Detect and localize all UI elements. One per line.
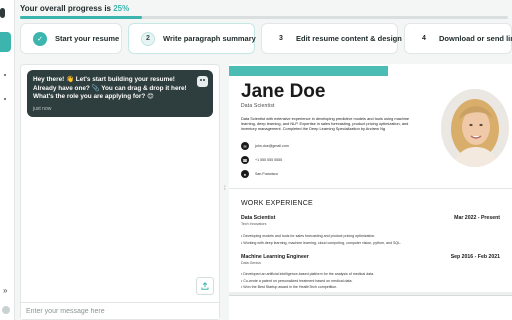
progress-bar bbox=[20, 16, 508, 19]
step-label: Write paragraph summary bbox=[163, 34, 256, 43]
rail-dot-icon[interactable] bbox=[4, 74, 6, 76]
profile-photo-image bbox=[441, 89, 509, 167]
job-bullet-text: Co-wrote a patent on personalized treatm… bbox=[243, 279, 353, 283]
contact-location-text: San Francisco bbox=[255, 172, 278, 176]
job-bullet-text: Won the Best Startup award in the Health… bbox=[243, 285, 338, 289]
job-dates[interactable]: Mar 2022 - Present bbox=[454, 215, 500, 221]
chat-panel: Hey there! 👋 Let's start building your r… bbox=[20, 64, 220, 320]
step-label: Download or send link bbox=[439, 34, 512, 43]
resume-name[interactable]: Jane Doe bbox=[241, 81, 325, 103]
job-bullet[interactable]: • Co-wrote a patent on personalized trea… bbox=[241, 279, 353, 283]
step-start-resume[interactable]: ✓ Start your resume bbox=[20, 23, 122, 54]
resume-header-bar bbox=[229, 66, 388, 76]
progress-title: Your overall progress is 25% bbox=[20, 4, 129, 13]
resume-role[interactable]: Data Scientist bbox=[241, 103, 275, 109]
upload-icon bbox=[201, 282, 209, 290]
job-bullet[interactable]: • Working with deep learning, machine le… bbox=[241, 241, 401, 245]
job-bullet[interactable]: • Developing models and tools for sales … bbox=[241, 234, 375, 238]
job-title[interactable]: Data Scientist bbox=[241, 215, 275, 221]
page-break-line bbox=[229, 295, 512, 296]
resume-summary[interactable]: Data Scientist with extensive experience… bbox=[241, 116, 419, 132]
step-number: 2 bbox=[141, 31, 155, 46]
step-number: 3 bbox=[279, 35, 283, 42]
left-rail: » bbox=[0, 0, 15, 320]
progress-percent: 25% bbox=[113, 4, 130, 13]
check-icon: ✓ bbox=[33, 31, 47, 46]
step-write-summary[interactable]: 2 Write paragraph summary bbox=[128, 23, 256, 54]
step-label: Start your resume bbox=[55, 34, 120, 43]
expand-sidebar-icon[interactable]: » bbox=[3, 286, 7, 295]
message-time: just now bbox=[33, 105, 52, 112]
assistant-message: Hey there! 👋 Let's start building your r… bbox=[27, 70, 213, 117]
work-experience-heading[interactable]: WORK EXPERIENCE bbox=[241, 200, 313, 207]
step-label: Edit resume content & design bbox=[296, 34, 402, 43]
contact-phone-text: +1 555 555 5555 bbox=[255, 158, 283, 162]
chat-message-input[interactable] bbox=[21, 302, 219, 319]
bot-avatar-icon bbox=[197, 76, 208, 87]
contact-email[interactable]: ✉ john.doe@gmail.com bbox=[241, 142, 289, 150]
job-bullet[interactable]: • Won the Best Startup award in the Heal… bbox=[241, 285, 337, 289]
steps-bar: ✓ Start your resume 2 Write paragraph su… bbox=[20, 23, 512, 54]
job-company[interactable]: Data Genius bbox=[241, 261, 261, 265]
job-title[interactable]: Machine Learning Engineer bbox=[241, 254, 309, 260]
job-company[interactable]: Tech Innovators bbox=[241, 222, 266, 226]
app-logo[interactable] bbox=[0, 8, 5, 18]
contact-email-text: john.doe@gmail.com bbox=[255, 144, 289, 148]
contact-location[interactable]: ● San Francisco bbox=[241, 170, 278, 178]
progress-bar-fill bbox=[20, 16, 142, 19]
rail-active-item[interactable] bbox=[0, 32, 11, 52]
contact-phone[interactable]: ☎ +1 555 555 5555 bbox=[241, 156, 282, 164]
user-avatar[interactable] bbox=[2, 306, 10, 314]
resume-preview: Jane Doe Data Scientist Data Scientist w… bbox=[229, 64, 512, 320]
panel-resize-handle[interactable]: ⁞ bbox=[224, 186, 226, 192]
job-bullet[interactable]: • Developed an artificial intelligence-b… bbox=[241, 272, 374, 276]
job-bullet-text: Working with deep learning, machine lear… bbox=[243, 241, 402, 245]
job-dates[interactable]: Sep 2016 - Feb 2021 bbox=[451, 254, 500, 260]
section-divider bbox=[229, 188, 512, 189]
phone-icon: ☎ bbox=[241, 156, 249, 164]
step-download[interactable]: 4 Download or send link bbox=[404, 23, 512, 54]
location-pin-icon: ● bbox=[241, 170, 249, 178]
rail-dot-icon[interactable] bbox=[4, 98, 6, 100]
step-number: 4 bbox=[422, 35, 426, 42]
email-icon: ✉ bbox=[241, 142, 249, 150]
message-text: Hey there! 👋 Let's start building your r… bbox=[33, 76, 187, 101]
profile-photo[interactable] bbox=[441, 89, 509, 167]
upload-button[interactable] bbox=[196, 277, 214, 295]
job-bullet-text: Developing models and tools for sales fo… bbox=[243, 234, 376, 238]
step-edit-content[interactable]: 3 Edit resume content & design bbox=[261, 23, 402, 54]
progress-label: Your overall progress is bbox=[20, 4, 111, 13]
job-bullet-text: Developed an artificial intelligence-bas… bbox=[243, 272, 375, 276]
